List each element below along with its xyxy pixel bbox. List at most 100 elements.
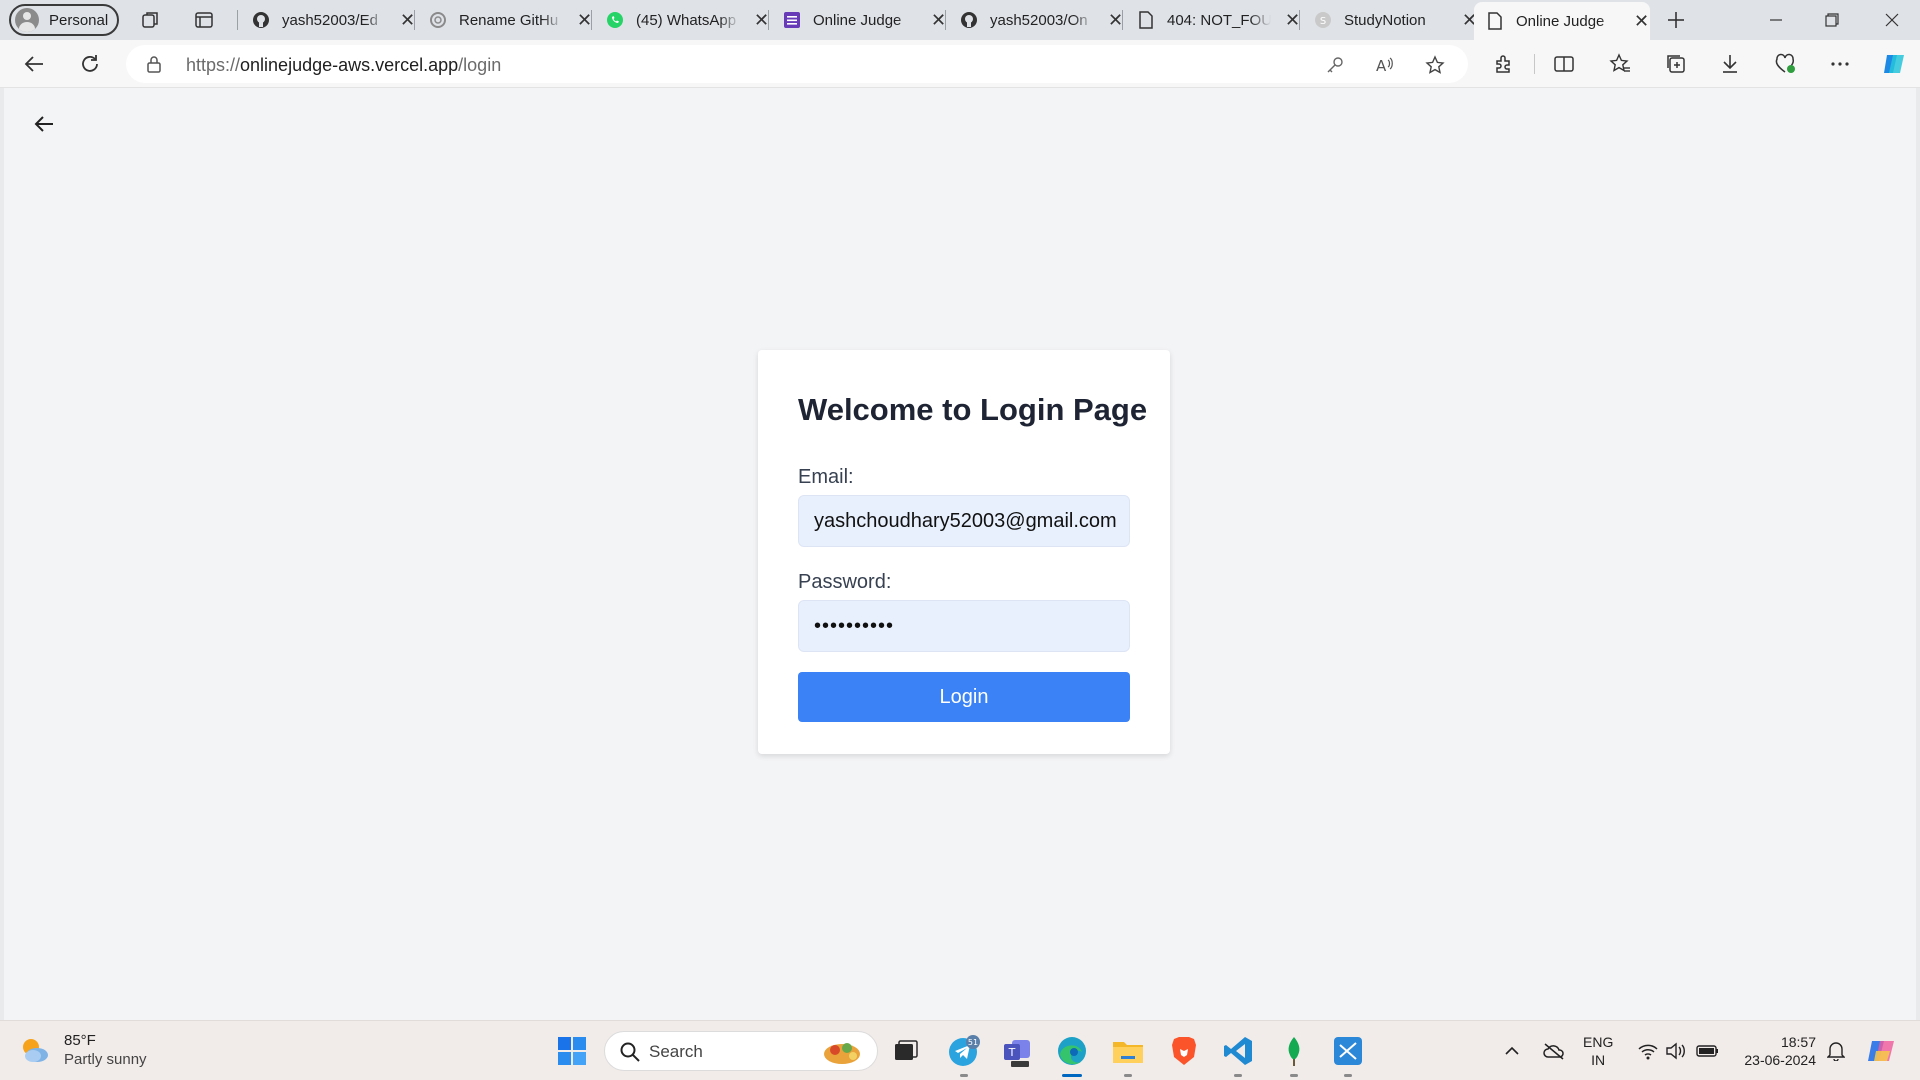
restore-icon[interactable]	[1804, 0, 1860, 40]
url-text: https://onlinejudge-aws.vercel.app/login	[186, 55, 501, 76]
github-icon	[960, 11, 978, 29]
tab-title: Online Judge	[1516, 12, 1605, 30]
profile-label: Personal	[49, 11, 109, 29]
copilot-icon[interactable]	[1880, 50, 1908, 78]
tab-studynotion[interactable]: S StudyNotion ✕	[1302, 2, 1477, 38]
form-icon	[783, 11, 801, 29]
password-label: Password:	[798, 571, 892, 593]
github-icon	[252, 11, 270, 29]
close-window-icon[interactable]	[1864, 0, 1920, 40]
taskbar-search[interactable]: Search	[604, 1031, 878, 1071]
volume-icon[interactable]	[1662, 1033, 1690, 1069]
battery-icon[interactable]	[1694, 1033, 1722, 1069]
task-view-icon[interactable]	[888, 1033, 924, 1069]
tab-online-judge-active[interactable]: Online Judge ✕	[1474, 2, 1650, 40]
minimize-icon[interactable]	[1748, 0, 1804, 40]
vscode-icon[interactable]	[1220, 1033, 1256, 1069]
workspaces-icon[interactable]	[139, 8, 163, 32]
tab-strip: Personal yash52003/Ed ✕ Rename GitHu ✕ (…	[0, 0, 1920, 40]
close-icon[interactable]: ✕	[1285, 10, 1300, 31]
password-key-icon[interactable]	[1324, 54, 1346, 76]
email-field[interactable]: yashchoudhary52003@gmail.com	[798, 495, 1130, 547]
back-arrow-icon[interactable]	[28, 108, 60, 140]
more-options-icon[interactable]	[1826, 50, 1854, 78]
profile-avatar-icon	[15, 8, 39, 32]
system-clock[interactable]: 18:57 23-06-2024	[1736, 1033, 1816, 1069]
profile-button[interactable]: Personal	[9, 4, 119, 36]
close-icon[interactable]: ✕	[577, 10, 592, 31]
close-icon[interactable]: ✕	[400, 10, 415, 31]
tab-title: Rename GitHu	[459, 11, 559, 29]
tab-rename-github[interactable]: Rename GitHu ✕	[417, 2, 592, 38]
language-indicator[interactable]: ENG IN	[1583, 1033, 1613, 1069]
extensions-icon[interactable]	[1490, 50, 1518, 78]
mongodb-icon[interactable]	[1276, 1033, 1312, 1069]
weather-widget[interactable]: 85°F Partly sunny	[18, 1031, 147, 1069]
close-icon[interactable]: ✕	[931, 10, 946, 31]
telegram-badge: 51	[968, 1038, 978, 1047]
windows-start-icon[interactable]	[554, 1033, 590, 1069]
tab-online-judge-form[interactable]: Online Judge ✕	[771, 2, 946, 38]
password-field[interactable]: ••••••••••	[798, 600, 1130, 652]
partly-sunny-icon	[18, 1034, 50, 1066]
copilot-taskbar-icon[interactable]	[1864, 1033, 1900, 1069]
close-icon[interactable]: ✕	[754, 10, 769, 31]
favorites-icon[interactable]	[1606, 50, 1634, 78]
telegram-icon[interactable]: 51	[946, 1033, 982, 1069]
lang-region: IN	[1591, 1052, 1606, 1068]
email-label: Email:	[798, 466, 854, 488]
search-label: Search	[649, 1042, 703, 1061]
tab-404[interactable]: 404: NOT_FOU ✕	[1125, 2, 1300, 38]
weather-condition: Partly sunny	[64, 1051, 147, 1068]
vscode-running-indicator	[1234, 1074, 1242, 1077]
svg-text:T: T	[1008, 1046, 1016, 1059]
show-hidden-icons-icon[interactable]	[1498, 1033, 1526, 1069]
page-title: Welcome to Login Page	[798, 392, 1148, 427]
snipping-tool-icon[interactable]	[1330, 1033, 1366, 1069]
whatsapp-icon	[606, 11, 624, 29]
close-icon[interactable]: ✕	[1634, 11, 1649, 32]
search-icon	[619, 1041, 641, 1068]
new-tab-icon[interactable]	[1664, 8, 1688, 32]
page-content: Welcome to Login Page Email: yashchoudha…	[0, 88, 1920, 1020]
studynotion-icon: S	[1314, 11, 1332, 29]
refresh-icon[interactable]	[76, 50, 104, 78]
login-button[interactable]: Login	[798, 672, 1130, 722]
clock-time: 18:57	[1780, 1034, 1816, 1050]
teams-icon[interactable]: T	[1000, 1033, 1036, 1069]
notification-bell-icon[interactable]	[1822, 1033, 1850, 1069]
brave-icon[interactable]	[1166, 1033, 1202, 1069]
telegram-running-indicator	[960, 1074, 968, 1077]
taskbar: 85°F Partly sunny Search 51 T ENG IN 18:…	[0, 1020, 1920, 1080]
downloads-icon[interactable]	[1716, 50, 1744, 78]
back-icon[interactable]	[20, 50, 48, 78]
wifi-icon[interactable]	[1634, 1033, 1662, 1069]
browser-essentials-icon[interactable]	[1771, 50, 1799, 78]
tab-github-on[interactable]: yash52003/On ✕	[948, 2, 1123, 38]
tab-actions-icon[interactable]	[192, 8, 216, 32]
file-explorer-icon[interactable]	[1110, 1033, 1146, 1069]
lock-icon[interactable]	[146, 55, 162, 78]
onedrive-offline-icon[interactable]	[1540, 1033, 1568, 1069]
collections-icon[interactable]	[1662, 50, 1690, 78]
tab-separator	[591, 10, 592, 30]
clock-date: 23-06-2024	[1744, 1052, 1816, 1068]
read-aloud-icon[interactable]: A	[1374, 54, 1396, 76]
explorer-running-indicator	[1124, 1074, 1132, 1077]
page-icon	[1137, 11, 1155, 29]
tab-github-ed[interactable]: yash52003/Ed ✕	[240, 2, 415, 38]
tab-whatsapp[interactable]: (45) WhatsApp ✕	[594, 2, 769, 38]
login-card: Welcome to Login Page Email: yashchoudha…	[758, 350, 1170, 754]
edge-icon[interactable]	[1054, 1033, 1090, 1069]
close-icon[interactable]: ✕	[1108, 10, 1123, 31]
weather-temp: 85°F	[64, 1032, 96, 1049]
svg-text:A: A	[1376, 57, 1387, 74]
url-scheme: https://	[186, 55, 241, 75]
split-screen-icon[interactable]	[1550, 50, 1578, 78]
favorite-star-icon[interactable]	[1424, 54, 1446, 76]
address-bar[interactable]: https://onlinejudge-aws.vercel.app/login…	[126, 45, 1468, 83]
edge-running-indicator	[1062, 1074, 1082, 1077]
tab-title: Online Judge	[813, 11, 902, 29]
browser-toolbar: https://onlinejudge-aws.vercel.app/login…	[0, 40, 1920, 88]
tab-title: StudyNotion	[1344, 11, 1426, 29]
